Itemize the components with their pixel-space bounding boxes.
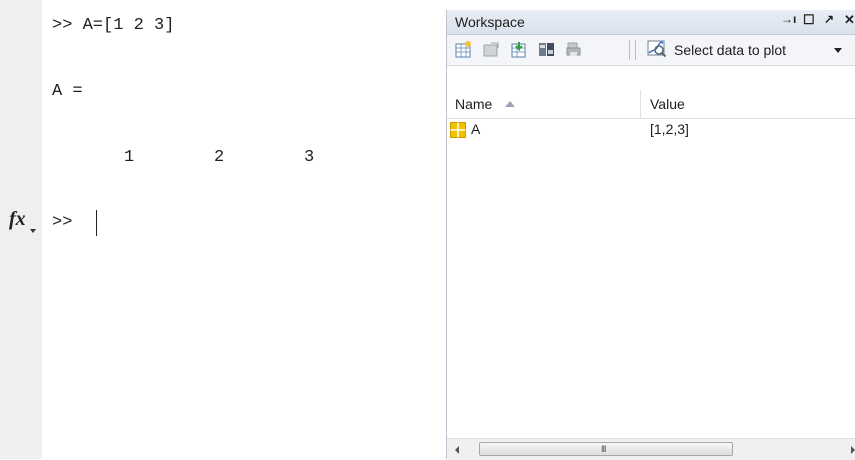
workspace-title: Workspace xyxy=(455,14,525,30)
matrix-icon xyxy=(450,122,466,138)
restore-icon[interactable]: ↗ xyxy=(824,12,834,26)
new-variable-icon[interactable] xyxy=(455,41,472,58)
output-value-1: 1 xyxy=(124,148,135,167)
output-variable-label: A = xyxy=(52,82,83,101)
column-header-name[interactable]: Name xyxy=(447,90,641,118)
select-data-to-plot-label: Select data to plot xyxy=(674,42,787,58)
undock-icon[interactable]: →ı xyxy=(781,12,796,26)
select-data-to-plot-button[interactable]: Select data to plot xyxy=(643,38,855,62)
print-icon[interactable] xyxy=(565,41,582,58)
command-window[interactable]: >> A=[1 2 3] A = 1 2 3 fx >> xyxy=(0,0,445,459)
scrollbar-grip: III xyxy=(601,444,606,454)
workspace-panel: Workspace →ı ☐ ↗ ✕ Select data to plot N… xyxy=(446,10,855,460)
toolbar-separator xyxy=(629,40,630,60)
sort-ascending-icon xyxy=(505,101,515,107)
save-workspace-icon[interactable] xyxy=(538,41,555,58)
output-value-2: 2 xyxy=(214,148,225,167)
workspace-table-header: Name Value xyxy=(447,90,855,119)
scroll-right-icon[interactable] xyxy=(851,446,855,454)
table-row[interactable]: A [1,2,3] xyxy=(447,119,855,141)
column-header-name-label: Name xyxy=(455,96,493,112)
command-history-line: >> A=[1 2 3] xyxy=(52,16,175,35)
variable-value: [1,2,3] xyxy=(650,121,689,137)
scrollbar-thumb[interactable]: III xyxy=(479,442,733,456)
maximize-icon[interactable]: ☐ xyxy=(803,12,815,28)
text-cursor xyxy=(96,210,97,236)
scroll-left-icon[interactable] xyxy=(455,446,459,454)
import-data-icon[interactable] xyxy=(510,41,527,58)
toolbar-separator xyxy=(635,40,636,60)
column-header-value[interactable]: Value xyxy=(650,96,685,112)
function-browser-caret-icon[interactable] xyxy=(30,229,36,233)
horizontal-scrollbar[interactable]: III xyxy=(447,438,855,460)
function-browser-icon[interactable]: fx xyxy=(9,208,26,231)
workspace-toolbar: Select data to plot xyxy=(447,35,855,66)
output-value-3: 3 xyxy=(304,148,315,167)
close-icon[interactable]: ✕ xyxy=(844,12,855,28)
workspace-titlebar: Workspace →ı ☐ ↗ ✕ xyxy=(447,10,855,35)
command-prompt: >> xyxy=(52,213,73,232)
variable-name: A xyxy=(471,121,481,137)
plot-selector-icon xyxy=(647,40,667,58)
chevron-down-icon[interactable] xyxy=(834,48,842,53)
open-variable-icon[interactable] xyxy=(483,41,500,58)
